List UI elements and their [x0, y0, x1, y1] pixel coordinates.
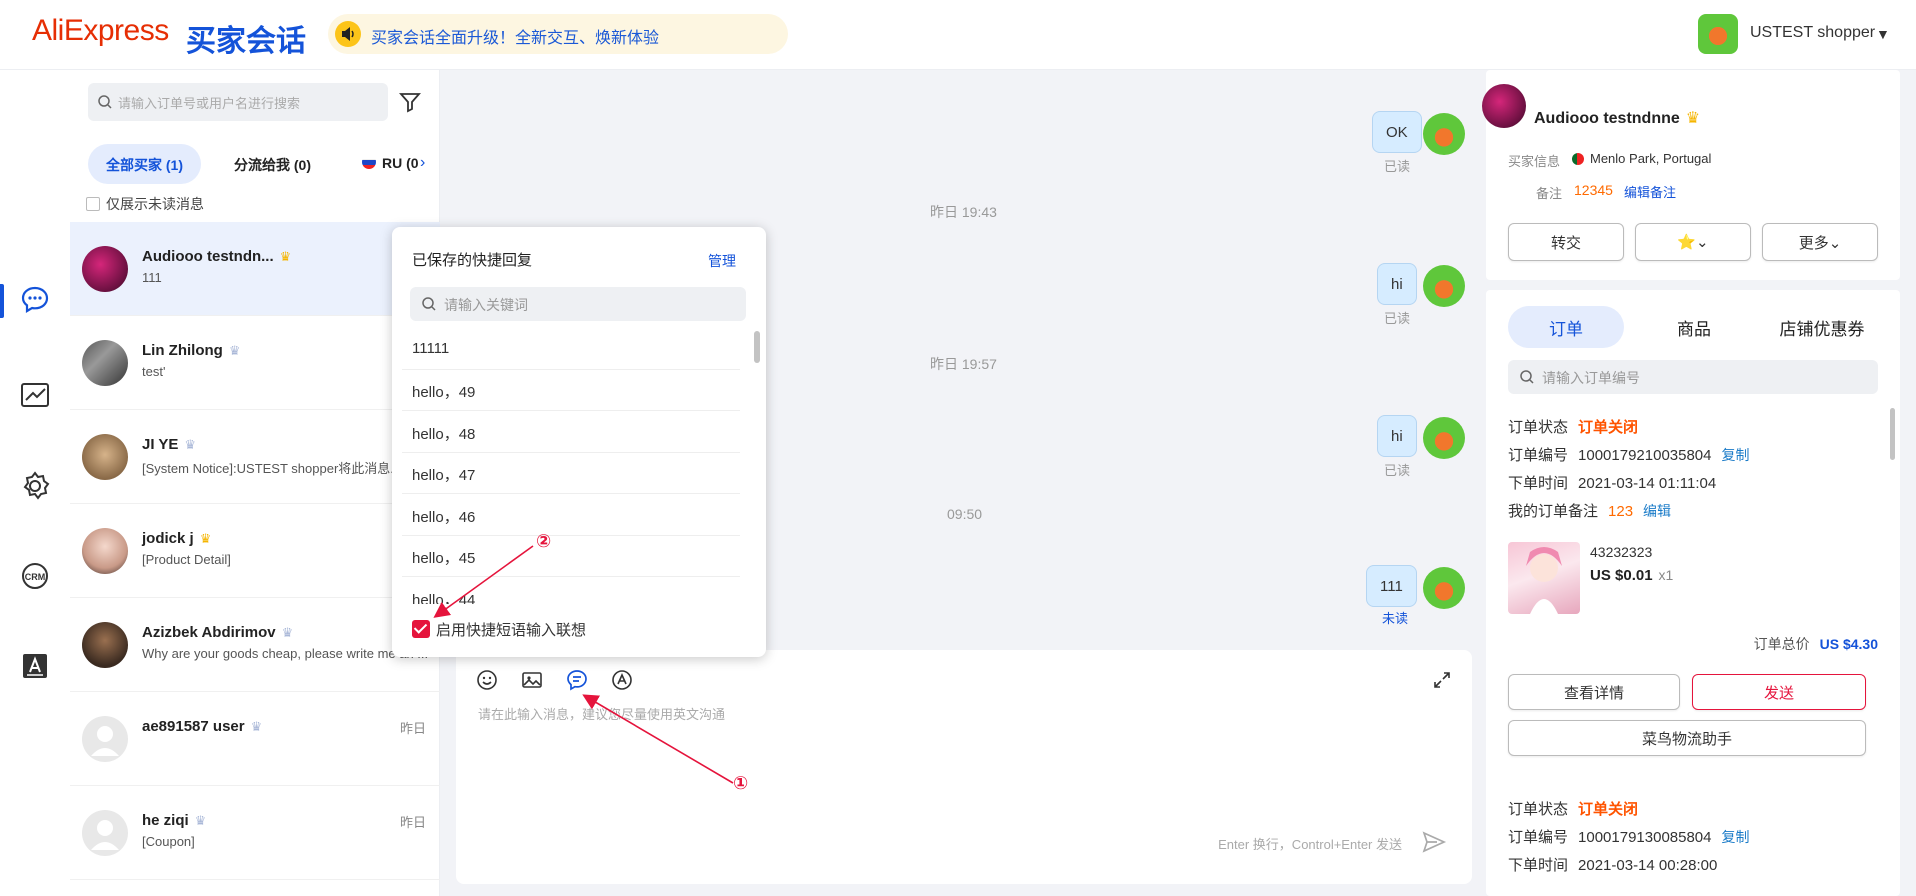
buyer-location: Menlo Park, Portugal — [1590, 151, 1712, 166]
transfer-button[interactable]: 转交 — [1508, 223, 1624, 261]
order-status-row: 订单状态 订单关闭 — [1508, 416, 1638, 437]
order-search-input[interactable]: 请输入订单编号 — [1508, 360, 1878, 394]
scrollbar[interactable] — [1890, 408, 1895, 460]
order-total-label: 订单总价 — [1753, 636, 1810, 652]
edit-order-note-link[interactable]: 编辑 — [1643, 503, 1671, 519]
buyer-name: Audiooo testndnne — [1534, 110, 1680, 127]
order-status-row: 订单状态 订单关闭 — [1508, 798, 1638, 819]
order-number: 1000179210035804 — [1578, 447, 1712, 464]
buyer-avatar — [1482, 84, 1526, 128]
order-time: 2021-03-14 01:11:04 — [1578, 475, 1717, 492]
buyer-info-panel: Audiooo testndnne ♛ 买家信息 Menlo Park, Port… — [1482, 70, 1900, 280]
annotation-one: ① — [733, 773, 749, 793]
copy-link[interactable]: 复制 — [1722, 447, 1750, 463]
send-order-button[interactable]: 发送 — [1692, 674, 1866, 710]
order-time-row: 下单时间 2021-03-14 00:28:00 — [1508, 854, 1717, 875]
order-status-label: 订单状态 — [1508, 419, 1569, 436]
my-order-note-row: 我的订单备注 123 编辑 — [1508, 500, 1671, 521]
order-total: US $4.30 — [1819, 636, 1878, 652]
product-name[interactable]: 43232323 — [1590, 544, 1652, 560]
product-price: US $0.01 — [1590, 567, 1653, 584]
product-price-row: US $0.01 x1 — [1590, 567, 1673, 584]
order-time-row: 下单时间 2021-03-14 01:11:04 — [1508, 472, 1716, 493]
annotation-two: ② — [536, 531, 552, 551]
tab-orders[interactable]: 订单 — [1508, 306, 1624, 348]
tab-store-coupons[interactable]: 店铺优惠券 — [1764, 306, 1880, 348]
order-search-placeholder: 请输入订单编号 — [1542, 370, 1640, 386]
product-thumbnail[interactable] — [1508, 542, 1580, 614]
more-button[interactable]: 更多⌄ — [1762, 223, 1878, 261]
buyer-info-label: 买家信息 — [1508, 154, 1561, 169]
order-status: 订单关闭 — [1578, 801, 1639, 818]
note-label: 备注 — [1536, 186, 1563, 201]
order-number: 1000179130085804 — [1578, 829, 1712, 846]
my-order-note: 123 — [1608, 503, 1634, 520]
logistics-assistant-button[interactable]: 菜鸟物流助手 — [1508, 720, 1866, 756]
edit-note-link[interactable]: 编辑备注 — [1624, 182, 1676, 201]
order-status-label: 订单状态 — [1508, 801, 1569, 818]
copy-link[interactable]: 复制 — [1722, 829, 1750, 845]
order-time-label: 下单时间 — [1508, 475, 1569, 492]
star-button[interactable]: ⭐⌄ — [1635, 223, 1751, 261]
search-icon — [1520, 370, 1534, 384]
order-number-row: 订单编号 1000179210035804 复制 — [1508, 444, 1750, 465]
buyer-name-row: Audiooo testndnne ♛ — [1534, 108, 1700, 128]
crown-icon: ♛ — [1685, 110, 1701, 127]
order-status: 订单关闭 — [1578, 419, 1639, 436]
order-number-label: 订单编号 — [1508, 829, 1569, 846]
note-value: 12345 — [1574, 182, 1613, 198]
order-total-row: 订单总价 US $4.30 — [1754, 634, 1878, 654]
order-number-label: 订单编号 — [1508, 447, 1569, 464]
order-number-row: 订单编号 1000179130085804 复制 — [1508, 826, 1750, 847]
portugal-flag-icon — [1572, 153, 1584, 165]
tab-products[interactable]: 商品 — [1636, 306, 1752, 348]
my-order-note-label: 我的订单备注 — [1508, 503, 1599, 520]
product-qty: x1 — [1658, 567, 1674, 583]
order-time-label: 下单时间 — [1508, 857, 1569, 874]
order-panel: 订单 商品 店铺优惠券 请输入订单编号 订单状态 订单关闭 订单编号 1000179… — [1486, 290, 1900, 896]
order-time: 2021-03-14 00:28:00 — [1578, 857, 1718, 874]
view-details-button[interactable]: 查看详情 — [1508, 674, 1680, 710]
